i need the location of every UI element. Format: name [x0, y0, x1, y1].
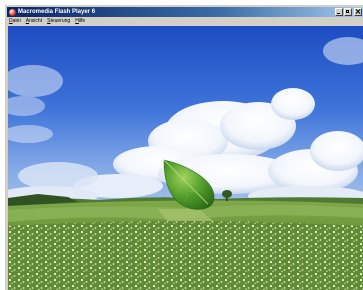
menu-hilfe[interactable]: Hilfe — [75, 17, 85, 25]
menu-ansicht[interactable]: Ansicht — [26, 17, 42, 25]
minimize-icon[interactable] — [335, 8, 343, 16]
title-bar[interactable]: Macromedia Flash Player 6 — [7, 7, 363, 17]
window-title: Macromedia Flash Player 6 — [18, 9, 96, 15]
flash-stage[interactable] — [8, 26, 363, 290]
flash-player-icon[interactable] — [9, 8, 16, 16]
caption-buttons — [335, 8, 362, 16]
maximize-icon[interactable] — [344, 8, 352, 16]
menu-bar: Datei Ansicht Steuerung Hilfe — [7, 17, 363, 25]
potato-flowers — [8, 221, 363, 290]
stage-scene — [8, 26, 363, 290]
menu-steuerung[interactable]: Steuerung — [47, 17, 70, 25]
flash-player-window: Macromedia Flash Player 6 Datei Ansicht … — [5, 5, 363, 290]
close-icon[interactable] — [354, 8, 362, 16]
menu-datei[interactable]: Datei — [9, 17, 21, 25]
